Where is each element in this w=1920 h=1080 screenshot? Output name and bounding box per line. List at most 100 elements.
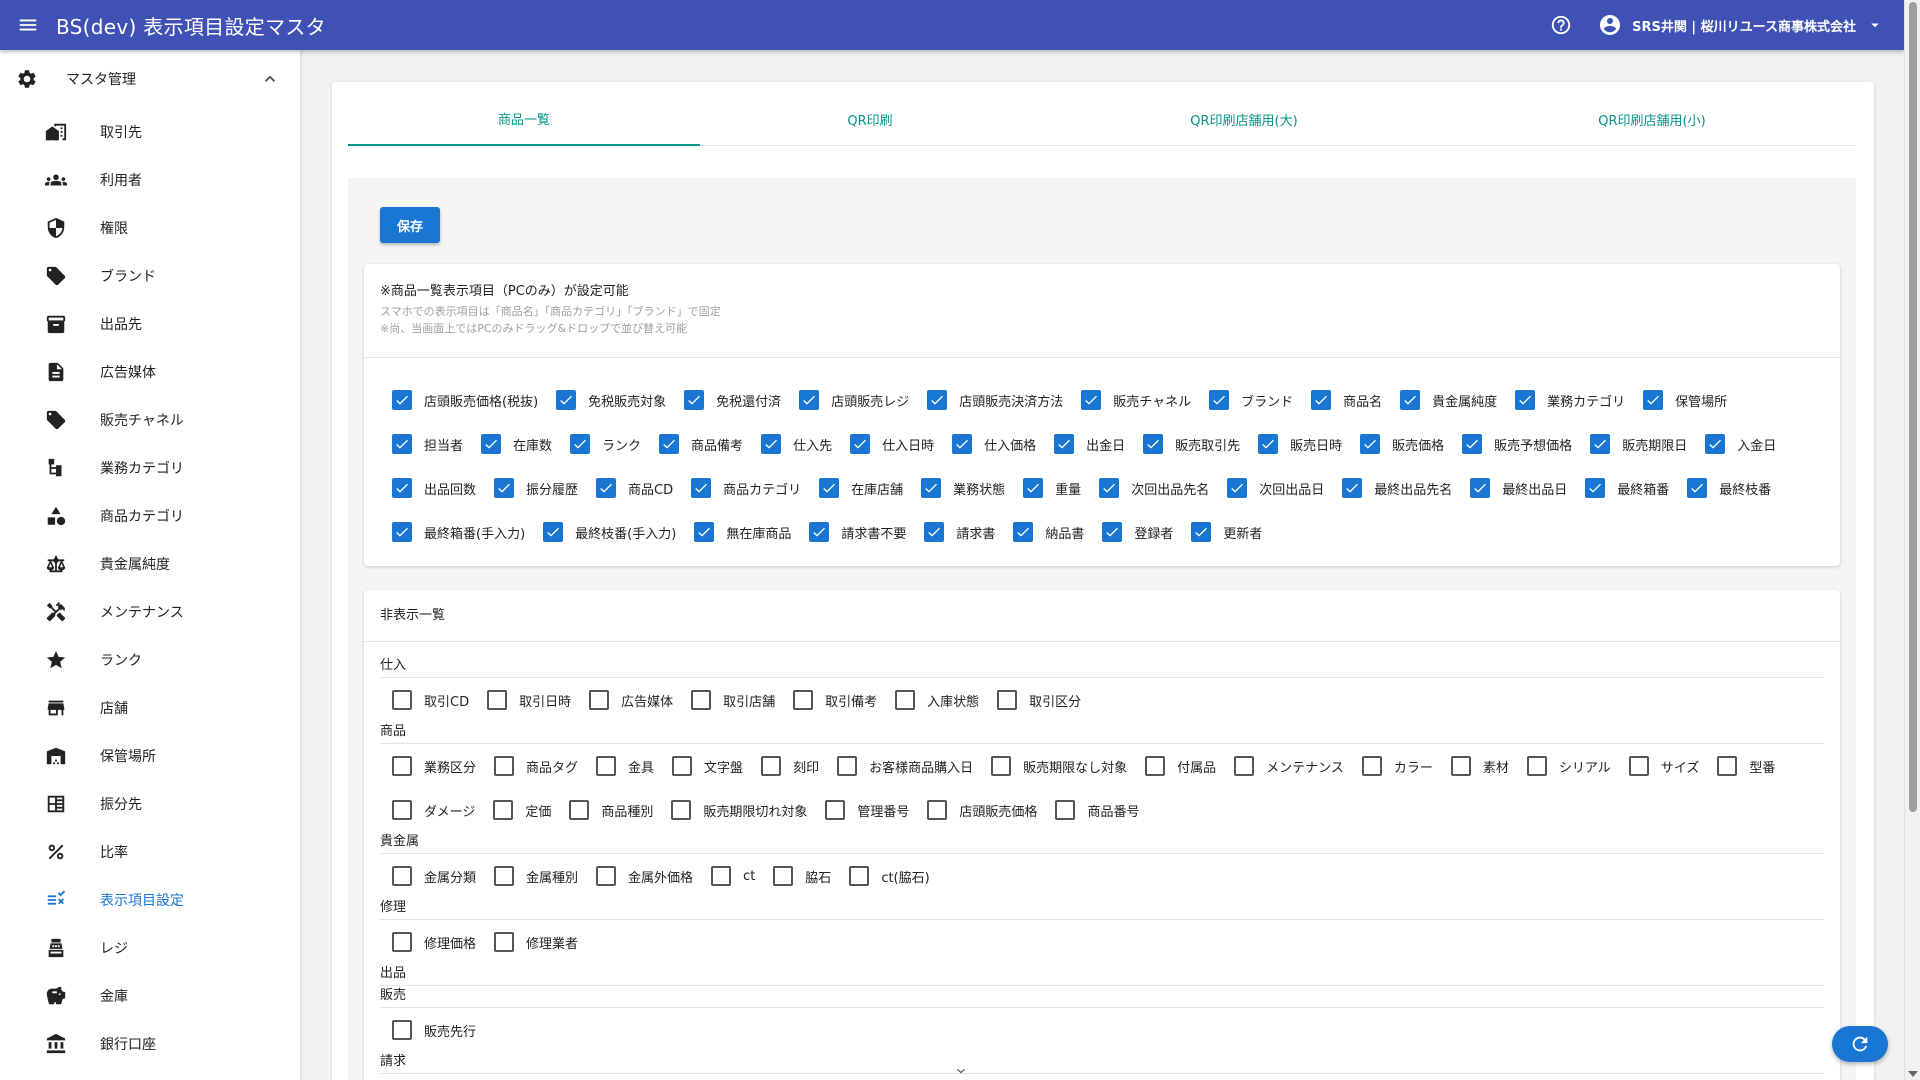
checkbox-item[interactable]: 入金日: [1705, 422, 1776, 466]
checkbox-checked-icon[interactable]: [1687, 478, 1708, 498]
checkbox-item[interactable]: 商品CD: [596, 466, 673, 510]
checkbox-item[interactable]: ct: [711, 854, 755, 898]
checkbox-checked-icon[interactable]: [1705, 434, 1726, 454]
checkbox-checked-icon[interactable]: [596, 478, 617, 498]
checkbox-item[interactable]: ブランド: [1209, 378, 1293, 422]
checkbox-unchecked-icon[interactable]: [1628, 756, 1649, 776]
checkbox-checked-icon[interactable]: [570, 434, 591, 454]
checkbox-checked-icon[interactable]: [494, 478, 515, 498]
checkbox-unchecked-icon[interactable]: [596, 866, 617, 886]
tab-qr-print[interactable]: QR印刷: [700, 92, 1040, 146]
checkbox-item[interactable]: メンテナンス: [1234, 744, 1344, 788]
checkbox-checked-icon[interactable]: [799, 390, 820, 410]
checkbox-item[interactable]: 最終箱番(手入力): [392, 510, 525, 554]
checkbox-checked-icon[interactable]: [556, 390, 577, 410]
sidebar-item-allocation[interactable]: 振分先: [0, 780, 300, 828]
checkbox-item[interactable]: 業務カテゴリ: [1515, 378, 1625, 422]
checkbox-item[interactable]: 取引備考: [793, 678, 877, 722]
checkbox-item[interactable]: 定価: [493, 788, 551, 832]
checkbox-unchecked-icon[interactable]: [392, 932, 412, 952]
checkbox-unchecked-icon[interactable]: [589, 690, 610, 710]
checkbox-unchecked-icon[interactable]: [494, 932, 515, 952]
checkbox-checked-icon[interactable]: [392, 434, 412, 454]
checkbox-item[interactable]: 販売期限切れ対象: [671, 788, 807, 832]
checkbox-checked-icon[interactable]: [927, 390, 948, 410]
checkbox-item[interactable]: 販売取引先: [1143, 422, 1240, 466]
checkbox-item[interactable]: 重量: [1023, 466, 1081, 510]
help-button[interactable]: [1536, 0, 1586, 50]
checkbox-item[interactable]: 登録者: [1102, 510, 1173, 554]
checkbox-item[interactable]: 最終出品日: [1470, 466, 1567, 510]
checkbox-item[interactable]: ダメージ: [392, 788, 475, 832]
checkbox-checked-icon[interactable]: [392, 522, 412, 542]
checkbox-checked-icon[interactable]: [1400, 390, 1421, 410]
checkbox-item[interactable]: 入庫状態: [895, 678, 979, 722]
refresh-button[interactable]: [1832, 1026, 1888, 1062]
checkbox-unchecked-icon[interactable]: [761, 756, 782, 776]
checkbox-item[interactable]: 担当者: [392, 422, 463, 466]
checkbox-item[interactable]: 刻印: [761, 744, 819, 788]
sidebar-item-business-category[interactable]: 業務カテゴリ: [0, 444, 300, 492]
checkbox-item[interactable]: 商品番号: [1055, 788, 1139, 832]
user-menu[interactable]: SRS井関 | 桜川リユース商事株式会社: [1586, 0, 1904, 50]
checkbox-checked-icon[interactable]: [481, 434, 502, 454]
checkbox-checked-icon[interactable]: [392, 478, 412, 498]
checkbox-unchecked-icon[interactable]: [1234, 756, 1255, 776]
checkbox-item[interactable]: 最終出品先名: [1342, 466, 1452, 510]
checkbox-item[interactable]: 出品回数: [392, 466, 476, 510]
checkbox-item[interactable]: 広告媒体: [589, 678, 673, 722]
checkbox-item[interactable]: 販売期限なし対象: [991, 744, 1127, 788]
checkbox-checked-icon[interactable]: [819, 478, 840, 498]
checkbox-unchecked-icon[interactable]: [671, 800, 692, 820]
checkbox-checked-icon[interactable]: [850, 434, 871, 454]
checkbox-item[interactable]: 貴金属純度: [1400, 378, 1497, 422]
checkbox-unchecked-icon[interactable]: [1450, 756, 1471, 776]
checkbox-unchecked-icon[interactable]: [691, 690, 712, 710]
checkbox-checked-icon[interactable]: [1643, 390, 1664, 410]
checkbox-item[interactable]: 仕入日時: [850, 422, 934, 466]
sidebar-item-safe[interactable]: 金庫: [0, 972, 300, 1020]
checkbox-checked-icon[interactable]: [1311, 390, 1332, 410]
checkbox-item[interactable]: 納品書: [1013, 510, 1084, 554]
checkbox-item[interactable]: 請求書: [924, 510, 995, 554]
checkbox-unchecked-icon[interactable]: [711, 866, 732, 886]
checkbox-checked-icon[interactable]: [684, 390, 705, 410]
sidebar-item-maintenance[interactable]: メンテナンス: [0, 588, 300, 636]
scroll-down-hint[interactable]: [950, 1062, 972, 1080]
checkbox-item[interactable]: 取引店舗: [691, 678, 775, 722]
checkbox-unchecked-icon[interactable]: [1361, 756, 1382, 776]
scrollbar-thumb[interactable]: [1909, 2, 1917, 812]
checkbox-item[interactable]: 免税還付済: [684, 378, 781, 422]
checkbox-checked-icon[interactable]: [1360, 434, 1381, 454]
sidebar-group-master[interactable]: マスタ管理: [0, 50, 300, 108]
tab-qr-print-store-small[interactable]: QR印刷店舗用(小): [1448, 92, 1856, 146]
sidebar-item-register[interactable]: レジ: [0, 924, 300, 972]
checkbox-item[interactable]: 無在庫商品: [694, 510, 791, 554]
checkbox-item[interactable]: 次回出品日: [1227, 466, 1324, 510]
checkbox-unchecked-icon[interactable]: [487, 690, 508, 710]
checkbox-checked-icon[interactable]: [694, 522, 715, 542]
checkbox-checked-icon[interactable]: [1081, 390, 1102, 410]
checkbox-unchecked-icon[interactable]: [1055, 800, 1076, 820]
checkbox-checked-icon[interactable]: [1099, 478, 1120, 498]
checkbox-unchecked-icon[interactable]: [569, 800, 590, 820]
checkbox-unchecked-icon[interactable]: [895, 690, 916, 710]
checkbox-item[interactable]: 商品カテゴリ: [691, 466, 801, 510]
checkbox-checked-icon[interactable]: [691, 478, 712, 498]
checkbox-item[interactable]: ct(脇石): [849, 854, 930, 898]
save-button[interactable]: 保存: [380, 207, 440, 243]
sidebar-item-ratio[interactable]: 比率: [0, 828, 300, 876]
checkbox-checked-icon[interactable]: [1013, 522, 1034, 542]
checkbox-item[interactable]: 販売先行: [392, 1008, 476, 1052]
checkbox-item[interactable]: 最終枝番(手入力): [543, 510, 676, 554]
checkbox-item[interactable]: 金属分類: [392, 854, 476, 898]
checkbox-item[interactable]: 商品タグ: [494, 744, 578, 788]
checkbox-unchecked-icon[interactable]: [672, 756, 693, 776]
checkbox-item[interactable]: 店頭販売価格(税抜): [392, 378, 538, 422]
sidebar-item-brand[interactable]: ブランド: [0, 252, 300, 300]
vertical-scrollbar[interactable]: [1904, 0, 1920, 1080]
checkbox-unchecked-icon[interactable]: [837, 756, 858, 776]
checkbox-item[interactable]: 販売期限日: [1590, 422, 1687, 466]
checkbox-checked-icon[interactable]: [1585, 478, 1606, 498]
checkbox-item[interactable]: 最終箱番: [1585, 466, 1669, 510]
